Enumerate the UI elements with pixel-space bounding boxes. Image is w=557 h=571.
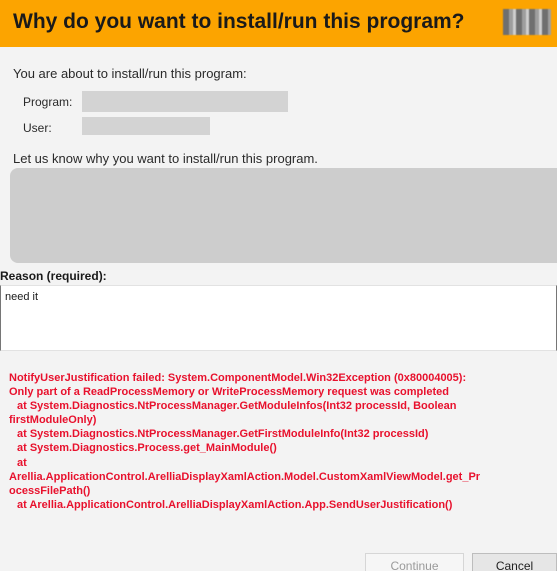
error-line: Only part of a ReadProcessMemory or Writ… [9,386,449,399]
error-line: at System.Diagnostics.NtProcessManager.G… [17,428,429,441]
error-message: NotifyUserJustification failed: System.C… [9,371,557,512]
error-line: at [17,456,27,469]
user-label: User: [23,121,52,135]
error-line: NotifyUserJustification failed: System.C… [9,372,467,384]
program-value-redacted [82,91,288,112]
redacted-area [10,168,557,263]
error-line: firstModuleOnly) [9,414,97,427]
error-line: at System.Diagnostics.Process.get_MainMo… [17,442,277,455]
dialog-title: Why do you want to install/run this prog… [13,10,465,33]
error-line: ocessFilePath() [9,484,91,497]
install-justification-dialog: Why do you want to install/run this prog… [0,0,557,571]
cancel-button[interactable]: Cancel [472,553,557,571]
title-bar: Why do you want to install/run this prog… [0,0,557,47]
reason-input[interactable]: need it [0,285,557,351]
error-line: at Arellia.ApplicationControl.ArelliaDis… [17,498,453,511]
ask-text: Let us know why you want to install/run … [13,151,318,166]
intro-text: You are about to install/run this progra… [13,66,247,81]
continue-button[interactable]: Continue [365,553,464,571]
user-value-redacted [82,117,210,135]
company-logo [503,9,551,35]
error-line: at System.Diagnostics.NtProcessManager.G… [17,400,457,413]
reason-label: Reason (required): [0,269,107,283]
program-label: Program: [23,95,73,109]
error-line: Arellia.ApplicationControl.ArelliaDispla… [9,470,481,483]
